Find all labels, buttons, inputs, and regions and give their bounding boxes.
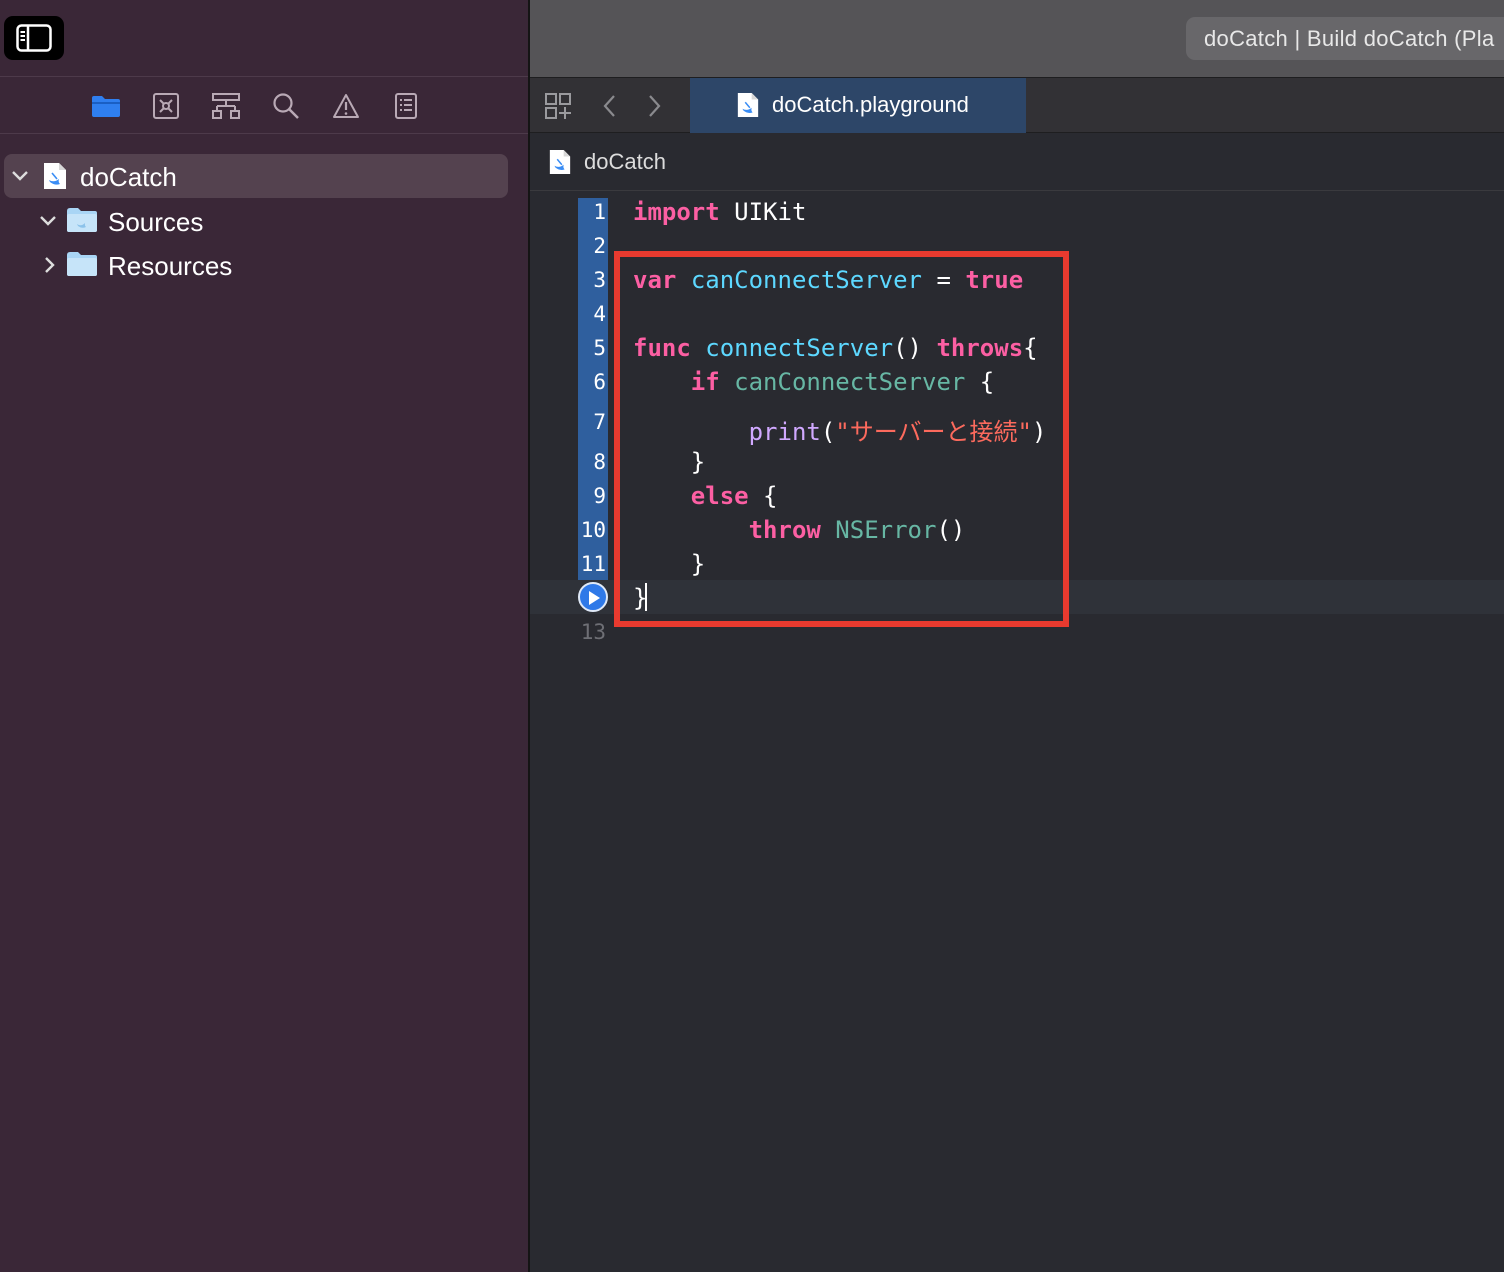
line-number: 3 <box>593 268 606 292</box>
navigator-sidebar: doCatch Sources Resources <box>0 0 528 1272</box>
source-control-icon <box>153 93 179 119</box>
tab-docatch-playground[interactable]: doCatch.playground <box>690 78 1026 133</box>
tree-item-docatch[interactable]: doCatch <box>4 154 508 198</box>
grid-icon <box>545 93 571 119</box>
play-icon <box>589 591 600 605</box>
source-control-navigator-button[interactable] <box>146 86 186 126</box>
sidebar-separator <box>0 76 528 77</box>
sidebar-toggle-button[interactable] <box>4 16 64 60</box>
tree-item-sources[interactable]: Sources <box>0 199 528 243</box>
tree-item-label: doCatch <box>80 162 177 192</box>
run-playground-button[interactable] <box>578 582 608 612</box>
line-number: 5 <box>593 336 606 360</box>
chevron-down-icon[interactable] <box>10 166 30 186</box>
swift-file-icon <box>737 93 759 117</box>
tree-item-label: Resources <box>108 251 233 281</box>
tree-item-resources[interactable]: Resources <box>0 243 528 287</box>
line-number: 7 <box>593 410 606 434</box>
line-number: 1 <box>593 200 606 224</box>
line-number: 6 <box>593 370 606 394</box>
jump-bar-item[interactable]: doCatch <box>584 149 666 175</box>
tree-item-label: Sources <box>108 207 204 237</box>
folder-icon <box>92 96 120 117</box>
search-icon <box>273 93 299 119</box>
project-navigator-button[interactable] <box>86 86 126 126</box>
report-icon <box>395 93 417 119</box>
folder-icon <box>67 252 97 276</box>
line-number: 8 <box>593 450 606 474</box>
symbol-navigator-button[interactable] <box>206 86 246 126</box>
swift-file-icon <box>549 150 571 174</box>
line-number: 4 <box>593 302 606 326</box>
line-number: 13 <box>580 620 606 644</box>
sidebar-toggle-icon <box>16 24 52 52</box>
sidebar-separator <box>0 133 528 134</box>
jump-bar: doCatch <box>530 133 1504 191</box>
folder-icon <box>67 208 97 232</box>
line-number: 11 <box>580 552 606 576</box>
activity-status-view[interactable]: doCatch | Build doCatch (Pla <box>1186 17 1504 60</box>
annotation-highlight-box <box>614 251 1069 627</box>
swift-file-icon <box>44 163 66 189</box>
line-number: 9 <box>593 484 606 508</box>
chevron-down-icon[interactable] <box>38 211 58 231</box>
warning-icon <box>333 94 359 118</box>
line-number: 10 <box>580 518 606 542</box>
report-navigator-button[interactable] <box>386 86 426 126</box>
chevron-right-icon <box>649 95 661 117</box>
find-navigator-button[interactable] <box>266 86 306 126</box>
forward-button[interactable] <box>646 94 662 123</box>
back-button[interactable] <box>602 94 618 123</box>
chevron-left-icon <box>603 95 615 117</box>
related-items-button[interactable] <box>544 92 572 125</box>
editor-tab-bar: doCatch.playground <box>530 77 1504 133</box>
hierarchy-icon <box>212 93 240 119</box>
line-number: 2 <box>593 234 606 258</box>
navigator-selector-bar <box>0 86 528 126</box>
issue-navigator-button[interactable] <box>326 86 366 126</box>
chevron-right-icon[interactable] <box>40 255 60 275</box>
code-token: UIKit <box>719 198 807 226</box>
code-token: import <box>633 198 720 226</box>
code-line-1[interactable]: import UIKit <box>633 198 806 226</box>
window-toolbar: doCatch | Build doCatch (Pla <box>530 0 1504 77</box>
tab-label: doCatch.playground <box>772 92 969 117</box>
